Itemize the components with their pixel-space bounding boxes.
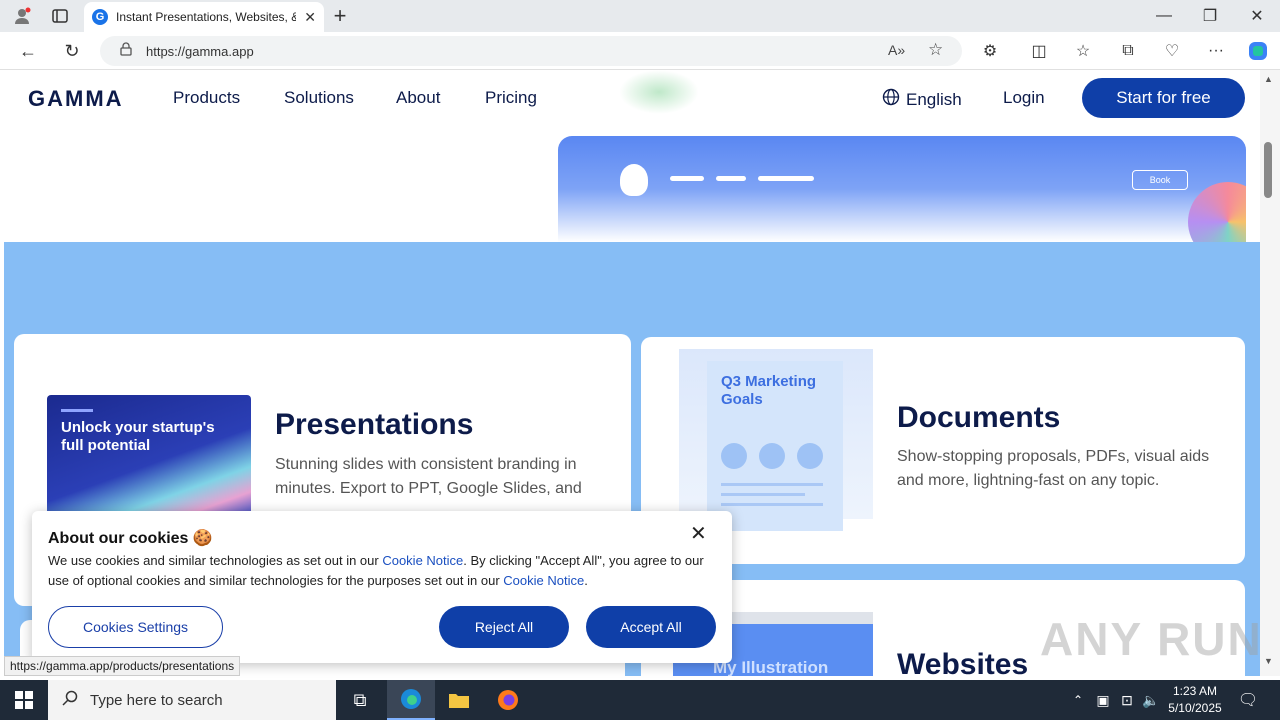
pie-icon (721, 443, 747, 469)
search-icon (62, 690, 78, 711)
scroll-down-icon[interactable]: ▼ (1264, 656, 1273, 666)
favorite-star-icon[interactable]: ☆ (928, 40, 943, 60)
document-thumbnail: Q3 Marketing Goals (707, 361, 843, 531)
firefox-icon[interactable] (484, 680, 532, 720)
presentation-thumbnail: Unlock your startup's full potential (47, 395, 251, 515)
balloon-icon (620, 164, 648, 196)
lock-icon[interactable] (120, 41, 132, 61)
preview-line (716, 176, 746, 181)
scroll-up-icon[interactable]: ▲ (1264, 74, 1273, 84)
thumb-line (61, 409, 93, 412)
address-bar-row: ← ↻ https://gamma.app A» ☆ ⚙ ◫ ☆ ⧉ ♡ ··· (0, 32, 1280, 70)
nav-pricing[interactable]: Pricing (485, 88, 537, 108)
gamma-logo[interactable]: GAMMA (28, 86, 124, 112)
url-text: https://gamma.app (146, 43, 254, 59)
cookie-banner: About our cookies 🍪 ✕ We use cookies and… (32, 511, 732, 663)
preview-book-button: Book (1132, 170, 1188, 190)
browser-essentials-icon[interactable]: ♡ (1158, 37, 1186, 65)
doc-line (721, 503, 823, 506)
scrollbar-thumb[interactable] (1264, 142, 1272, 198)
clock-time: 1:23 AM (1172, 684, 1218, 698)
presentations-description: Stunning slides with consistent branding… (275, 456, 582, 497)
document-thumb-title: Q3 Marketing Goals (721, 373, 817, 408)
hero-preview-image: Book (558, 136, 1246, 242)
split-screen-icon[interactable]: ◫ (1025, 37, 1053, 65)
cookies-settings-button[interactable]: Cookies Settings (48, 606, 223, 648)
close-tab-icon[interactable]: ✕ (304, 9, 316, 26)
favorites-icon[interactable]: ☆ (1069, 37, 1097, 65)
websites-title: Websites (897, 648, 1029, 676)
file-explorer-icon[interactable] (435, 680, 483, 720)
windows-taskbar: Type here to search ⧉ ⌃ ▣ ⊡ 🔈 1:23 AM 5/… (0, 680, 1280, 720)
reject-all-button[interactable]: Reject All (439, 606, 569, 648)
system-clock[interactable]: 1:23 AM 5/10/2025 (1160, 683, 1230, 717)
site-header: GAMMA Products Solutions About Pricing E… (4, 70, 1260, 126)
taskbar-search[interactable]: Type here to search (48, 680, 336, 720)
language-label: English (906, 89, 962, 109)
close-icon[interactable]: ✕ (690, 521, 707, 546)
presentation-thumb-title: Unlock your startup's full potential (61, 419, 215, 454)
close-window-icon[interactable]: ✕ (1243, 2, 1271, 30)
extensions-icon[interactable]: ⚙ (976, 37, 1004, 65)
cookie-notice-link[interactable]: Cookie Notice (503, 573, 584, 588)
documents-title: Documents (897, 401, 1061, 434)
cookie-text: We use cookies and similar technologies … (48, 551, 720, 591)
notifications-icon[interactable]: 🗨 (1234, 680, 1262, 720)
profile-icon[interactable] (8, 2, 36, 30)
cookie-title: About our cookies 🍪 (48, 530, 213, 547)
tab-actions-icon[interactable] (46, 2, 74, 30)
cookie-notice-link[interactable]: Cookie Notice (382, 553, 463, 568)
cookie-text-part: . (584, 573, 588, 588)
gamma-favicon-icon: G (92, 9, 108, 25)
accept-all-button[interactable]: Accept All (586, 606, 716, 648)
refresh-icon[interactable]: ↻ (58, 37, 86, 65)
edge-taskbar-icon[interactable] (387, 680, 435, 720)
pie-icon (759, 443, 785, 469)
read-aloud-icon[interactable]: A» (888, 42, 905, 58)
back-icon[interactable]: ← (14, 37, 42, 65)
presentations-title: Presentations (275, 408, 474, 441)
minimize-icon[interactable]: — (1150, 2, 1178, 30)
nav-about[interactable]: About (396, 88, 440, 108)
device-icon[interactable]: ▣ (1092, 680, 1114, 720)
decorative-blob (619, 70, 699, 114)
nav-products[interactable]: Products (173, 88, 240, 108)
doc-line (721, 483, 823, 486)
search-placeholder: Type here to search (90, 691, 223, 709)
windows-start-icon[interactable] (0, 680, 48, 720)
volume-icon[interactable]: 🔈 (1140, 680, 1162, 720)
globe-icon (882, 88, 900, 111)
show-hidden-icons-icon[interactable]: ⌃ (1066, 680, 1090, 720)
login-link[interactable]: Login (1003, 88, 1045, 108)
copilot-icon[interactable] (1244, 37, 1272, 65)
start-for-free-button[interactable]: Start for free (1082, 78, 1245, 118)
url-field[interactable]: https://gamma.app A» ☆ (100, 36, 962, 66)
anyrun-watermark: ANY RUN (1040, 613, 1263, 665)
collections-icon[interactable]: ⧉ (1114, 37, 1142, 65)
tab-title: Instant Presentations, Websites, & (116, 10, 296, 24)
more-menu-icon[interactable]: ··· (1202, 37, 1230, 65)
preview-line (758, 176, 814, 181)
active-tab[interactable]: G Instant Presentations, Websites, & ✕ (84, 2, 324, 32)
clock-date: 5/10/2025 (1168, 701, 1222, 715)
documents-description: Show-stopping proposals, PDFs, visual ai… (897, 448, 1210, 489)
browser-tab-bar: G Instant Presentations, Websites, & ✕ +… (0, 0, 1280, 32)
language-selector[interactable]: English (882, 88, 962, 111)
pie-icon (797, 443, 823, 469)
network-icon[interactable]: ⊡ (1116, 680, 1138, 720)
task-view-icon[interactable]: ⧉ (336, 680, 384, 720)
doc-line (721, 493, 805, 496)
cookie-text-part: We use cookies and similar technologies … (48, 553, 383, 568)
status-bar-url: https://gamma.app/products/presentations (4, 656, 241, 676)
nav-solutions[interactable]: Solutions (284, 88, 354, 108)
new-tab-icon[interactable]: + (326, 2, 354, 30)
restore-icon[interactable]: ❐ (1196, 2, 1224, 30)
colorful-balloon-icon (1188, 182, 1246, 242)
preview-line (670, 176, 704, 181)
